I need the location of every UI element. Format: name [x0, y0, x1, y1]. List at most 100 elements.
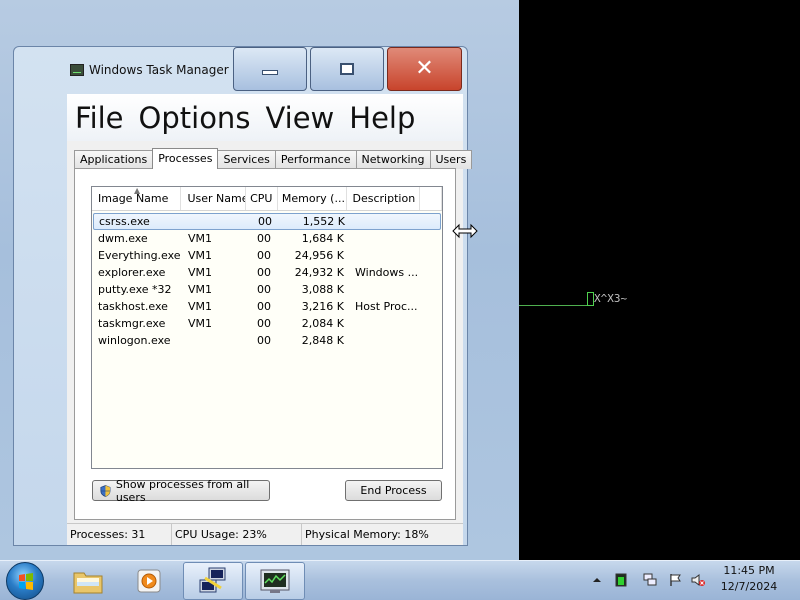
cell-description [349, 247, 423, 264]
taskbar-task-manager[interactable] [245, 562, 305, 600]
menu-bar: File Options View Help [67, 94, 463, 141]
cell-user: VM1 [188, 317, 213, 330]
tab-users[interactable]: Users [429, 150, 473, 169]
table-row[interactable]: dwm.exe VM1 00 1,684 K [93, 230, 441, 247]
task-manager-window: Windows Task Manager ✕ File Options View… [13, 46, 473, 546]
taskbar-explorer[interactable] [58, 562, 118, 600]
cell-cpu: 00 [257, 334, 271, 347]
cell-cpu: 00 [257, 300, 271, 313]
putty-icon [199, 567, 226, 593]
folder-icon [73, 572, 103, 594]
cell-user: VM1 [188, 232, 213, 245]
processes-panel: ▲ Image Name User Name CPU Memory (... D… [74, 168, 456, 520]
cell-cpu: 00 [257, 283, 271, 296]
show-hidden-icons-icon[interactable] [590, 573, 604, 587]
menu-view[interactable]: View [265, 101, 334, 135]
cell-description: Windows ... [355, 266, 419, 279]
clock-time: 11:45 PM [723, 564, 775, 577]
minimize-button[interactable] [233, 47, 307, 91]
terminal-line [519, 305, 587, 306]
cell-cpu: 00 [257, 317, 271, 330]
end-process-button[interactable]: End Process [345, 480, 442, 501]
table-row[interactable]: putty.exe *32 VM1 00 3,088 K [93, 281, 441, 298]
cell-user: VM1 [188, 300, 213, 313]
cell-memory: 1,552 K [302, 215, 345, 228]
status-bar: Processes: 31 CPU Usage: 23% Physical Me… [67, 523, 463, 545]
status-processes: Processes: 31 [67, 524, 172, 545]
cell-cpu: 00 [257, 266, 271, 279]
maximize-icon [340, 63, 354, 75]
minimize-icon [262, 69, 278, 75]
taskbar-putty[interactable] [183, 562, 243, 600]
cell-user: VM1 [188, 249, 213, 262]
task-manager-taskbar-icon [260, 569, 290, 593]
taskbar-media-player[interactable] [120, 562, 180, 600]
cell-memory: 3,088 K [301, 283, 344, 296]
cell-memory: 3,216 K [301, 300, 344, 313]
cell-image: taskhost.exe [98, 300, 168, 313]
uac-shield-icon [100, 484, 111, 497]
network-icon[interactable] [643, 573, 657, 587]
window-client: File Options View Help Applications Proc… [67, 94, 473, 545]
start-button[interactable] [6, 562, 44, 600]
cell-description [349, 281, 423, 298]
list-header: ▲ Image Name User Name CPU Memory (... D… [92, 187, 442, 211]
column-image-name[interactable]: ▲ Image Name [92, 187, 182, 210]
table-row[interactable]: csrss.exe 00 1,552 K [93, 213, 441, 230]
process-list[interactable]: ▲ Image Name User Name CPU Memory (... D… [91, 186, 443, 469]
taskbar-clock[interactable]: 11:45 PM 12/7/2024 [714, 563, 784, 595]
close-icon: ✕ [415, 56, 434, 81]
menu-help[interactable]: Help [349, 101, 415, 135]
resize-cursor-icon [452, 223, 478, 239]
cell-image: Everything.exe [98, 249, 181, 262]
tab-strip: Applications Processes Services Performa… [74, 148, 473, 169]
windows-logo-icon [19, 573, 33, 590]
cell-description [349, 332, 423, 349]
task-manager-tray-icon[interactable] [614, 573, 628, 587]
cell-image: putty.exe *32 [98, 283, 172, 296]
cell-user [184, 214, 249, 229]
terminal-text: X^X3~ [594, 292, 628, 305]
cell-cpu: 00 [257, 232, 271, 245]
close-button[interactable]: ✕ [387, 47, 462, 91]
tab-processes[interactable]: Processes [152, 148, 219, 169]
title-bar[interactable]: Windows Task Manager ✕ [14, 47, 467, 93]
menu-file[interactable]: File [75, 101, 124, 135]
cell-user [183, 332, 248, 349]
cell-image: explorer.exe [98, 266, 166, 279]
cell-cpu: 00 [257, 249, 271, 262]
table-row[interactable]: winlogon.exe 00 2,848 K [93, 332, 441, 349]
table-row[interactable]: Everything.exe VM1 00 24,956 K [93, 247, 441, 264]
tab-services[interactable]: Services [217, 150, 276, 169]
cell-image: taskmgr.exe [98, 317, 166, 330]
action-center-flag-icon[interactable] [668, 573, 682, 587]
cell-memory: 2,084 K [301, 317, 344, 330]
cell-user: VM1 [188, 266, 213, 279]
show-all-processes-button[interactable]: Show processes from all users [92, 478, 270, 504]
table-row[interactable]: taskhost.exe VM1 00 3,216 K Host Proc... [93, 298, 441, 315]
column-cpu[interactable]: CPU [246, 187, 278, 210]
table-row[interactable]: explorer.exe VM1 00 24,932 K Windows ... [93, 264, 441, 281]
column-memory[interactable]: Memory (... [278, 187, 347, 210]
tab-applications[interactable]: Applications [74, 150, 154, 169]
tab-networking[interactable]: Networking [355, 150, 431, 169]
column-user-name[interactable]: User Name [181, 187, 247, 210]
tab-performance[interactable]: Performance [274, 150, 357, 169]
table-row[interactable]: taskmgr.exe VM1 00 2,084 K [93, 315, 441, 332]
cell-image: dwm.exe [98, 232, 148, 245]
cell-memory: 2,848 K [301, 334, 344, 347]
volume-muted-icon[interactable] [691, 573, 705, 587]
maximize-button[interactable] [310, 47, 384, 91]
cell-memory: 24,932 K [294, 266, 344, 279]
status-cpu-usage: CPU Usage: 23% [172, 524, 302, 545]
column-description[interactable]: Description [347, 187, 421, 210]
putty-terminal[interactable]: X^X3~ [519, 0, 800, 560]
window-title: Windows Task Manager [89, 63, 229, 77]
cell-image: csrss.exe [99, 215, 150, 228]
cell-user: VM1 [188, 283, 213, 296]
sort-ascending-icon: ▲ [134, 187, 141, 195]
menu-options[interactable]: Options [139, 101, 251, 135]
cell-memory: 24,956 K [294, 249, 344, 262]
process-rows: csrss.exe 00 1,552 K dwm.exe VM1 00 1,68… [92, 211, 442, 349]
cell-description: Host Proc... [355, 300, 418, 313]
